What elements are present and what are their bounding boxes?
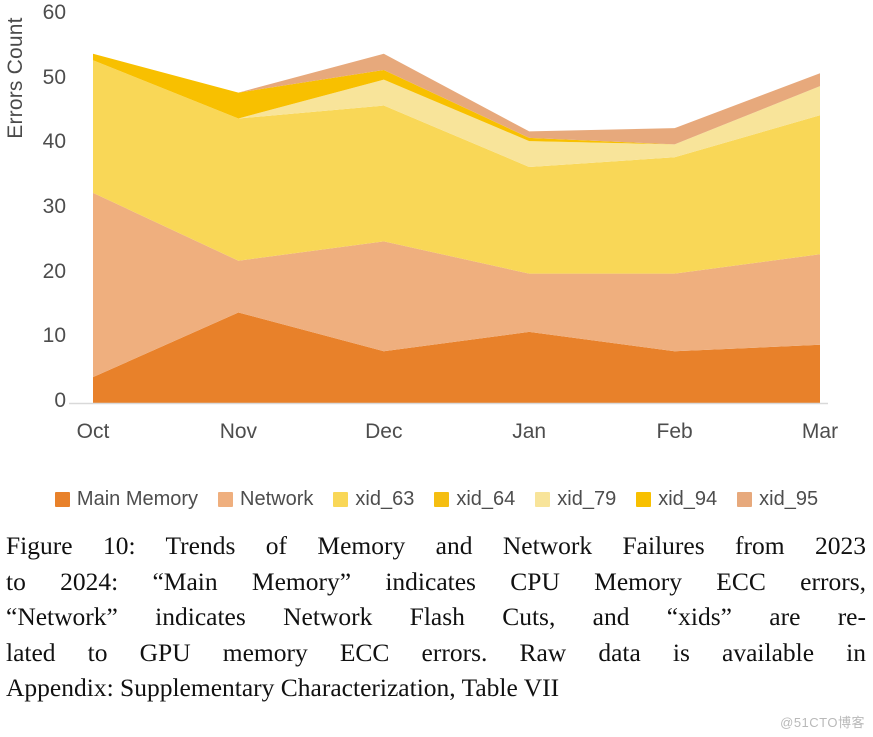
legend-label: xid_94 — [658, 487, 718, 510]
legend-swatch-icon — [535, 491, 551, 507]
figure-container: Errors Count 0 10 20 30 40 50 60 Oct Nov Dec Jan F… — [0, 0, 873, 530]
legend-item-xid-79[interactable]: xid_79 — [535, 488, 616, 511]
y-tick-label: 60 — [42, 1, 66, 24]
legend-label: xid_95 — [759, 487, 819, 510]
legend-swatch-icon — [737, 491, 753, 507]
legend-item-xid-94[interactable]: xid_94 — [636, 488, 717, 511]
caption-line: to 2024: “Main Memory” indicates CPU Mem… — [6, 566, 866, 596]
legend-swatch-icon — [636, 491, 652, 507]
x-tick-label-nov: Nov — [219, 420, 258, 443]
caption-line: Figure 10: Trends of Memory and Network … — [6, 531, 866, 560]
figure-caption: Figure 10: Trends of Memory and Network … — [6, 528, 866, 706]
caption-line: lated to GPU memory ECC errors. Raw data… — [6, 637, 866, 667]
legend-item-xid-63[interactable]: xid_63 — [333, 488, 414, 511]
legend-label: Main Memory — [76, 487, 199, 510]
legend-swatch-icon — [333, 491, 349, 507]
legend-label: xid_64 — [456, 487, 516, 510]
chart-legend: Main Memory Network xid_63 xid_64 xid_79 xid_… — [0, 482, 873, 516]
legend-item-xid-95[interactable]: xid_95 — [737, 488, 818, 511]
caption-line: Appendix: Supplementary Characterization… — [6, 673, 560, 702]
caption-line: “Network” indicates Network Flash Cuts, … — [6, 602, 866, 631]
legend-label: Network — [240, 487, 314, 510]
x-tick-label-mar: Mar — [801, 420, 839, 443]
y-tick-label: 50 — [42, 65, 66, 89]
y-tick-label: 0 — [54, 389, 66, 412]
legend-swatch-icon — [54, 491, 70, 507]
x-tick-label-oct: Oct — [76, 420, 110, 443]
legend-label: xid_63 — [355, 487, 415, 510]
legend-item-xid-64[interactable]: xid_64 — [434, 488, 515, 511]
legend-swatch-icon — [434, 491, 450, 507]
y-tick-label: 10 — [42, 324, 66, 348]
x-tick-label-feb: Feb — [656, 420, 693, 443]
y-tick-label: 20 — [42, 259, 66, 283]
y-tick-label: 40 — [42, 130, 66, 154]
x-tick-label-dec: Dec — [365, 420, 403, 443]
x-tick-label-jan: Jan — [512, 420, 547, 443]
y-tick-label: 30 — [42, 195, 66, 218]
legend-item-main-memory[interactable]: Main Memory — [54, 487, 199, 511]
stacked-area-chart — [69, 53, 828, 405]
legend-label: xid_79 — [557, 487, 617, 510]
legend-item-network[interactable]: Network — [218, 488, 313, 511]
legend-swatch-icon — [218, 491, 234, 507]
chart-areas — [93, 53, 820, 403]
watermark-label: @51CTO博客 — [780, 715, 865, 730]
